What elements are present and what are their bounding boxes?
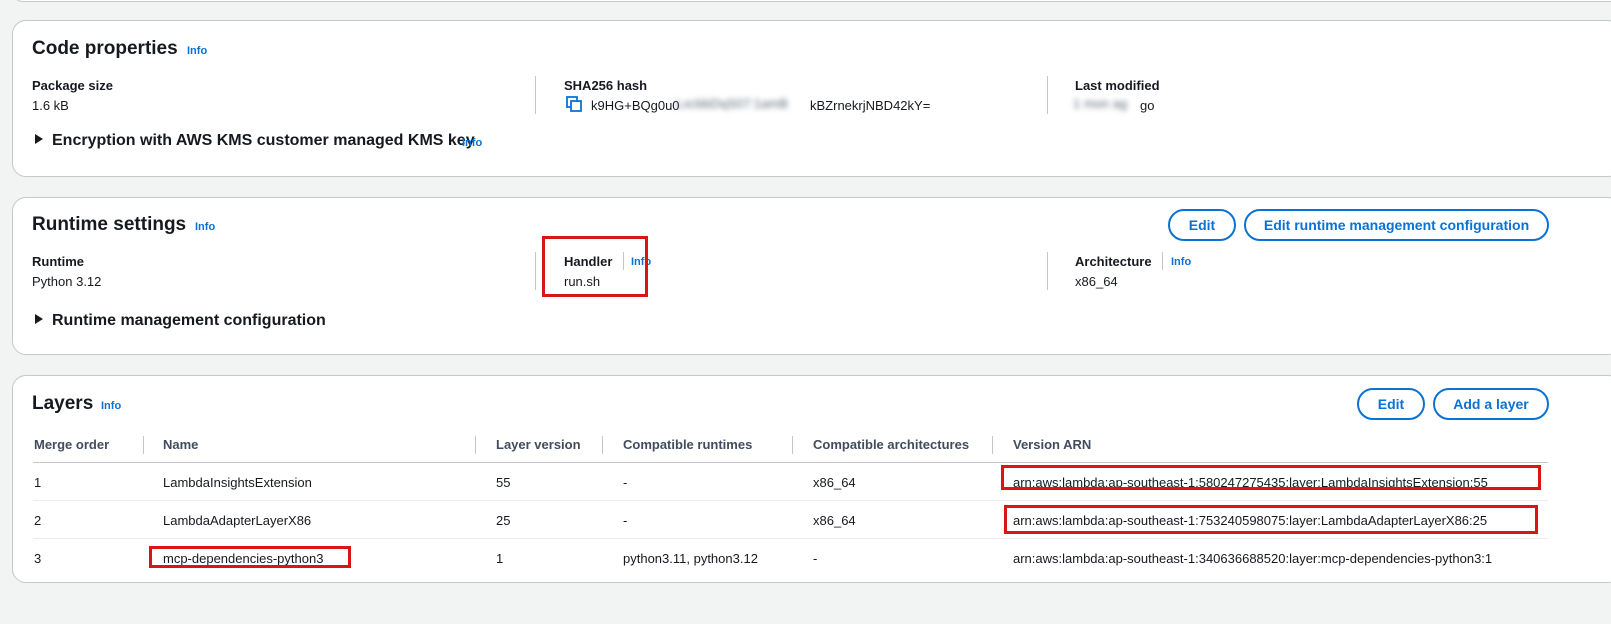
caret-right-icon — [35, 134, 43, 144]
layers-edit-button[interactable]: Edit — [1357, 388, 1425, 420]
edit-runtime-management-button[interactable]: Edit runtime management configuration — [1244, 209, 1549, 241]
sha256-value-start: k9HG+BQg0u0 — [591, 98, 680, 113]
last-modified-value-end: go — [1140, 98, 1155, 113]
column-header-compatible-runtimes[interactable]: Compatible runtimes — [623, 437, 752, 452]
column-header-layer-version[interactable]: Layer version — [496, 437, 581, 452]
runtimes-cell: python3.11, python3.12 — [623, 551, 758, 566]
architecture-info-link[interactable]: Info — [1171, 256, 1191, 268]
merge-order-cell: 1 — [34, 475, 42, 490]
column-resizer[interactable] — [992, 436, 993, 454]
last-modified-label: Last modified — [1075, 78, 1160, 93]
column-divider — [535, 252, 536, 290]
layer-version-cell: 25 — [496, 513, 511, 528]
column-header-compatible-architectures[interactable]: Compatible architectures — [813, 437, 969, 452]
runtime-management-expander[interactable]: Runtime management configuration — [35, 312, 326, 330]
table-header-divider — [33, 462, 1548, 463]
sha256-label: SHA256 hash — [564, 78, 648, 93]
row-divider — [33, 538, 1548, 539]
encryption-info-link[interactable]: Info — [462, 137, 482, 149]
code-properties-title: Code properties — [32, 38, 178, 59]
version-arn-cell: arn:aws:lambda:ap-southeast-1:3406366885… — [1013, 551, 1493, 566]
copy-icon[interactable] — [566, 96, 583, 113]
package-size-label: Package size — [32, 78, 113, 93]
encryption-expander-label: Encryption with AWS KMS customer managed… — [52, 132, 475, 149]
layer-version-cell: 55 — [496, 475, 511, 490]
sha256-value-end: kBZrnekrjNBD42kY= — [810, 98, 931, 113]
layer-name-cell: LambdaInsightsExtension — [163, 475, 312, 490]
column-header-name[interactable]: Name — [163, 437, 198, 452]
architectures-cell: x86_64 — [813, 475, 856, 490]
version-arn-cell: arn:aws:lambda:ap-southeast-1:5802472754… — [1013, 475, 1488, 490]
runtime-settings-info-link[interactable]: Info — [195, 221, 215, 233]
column-resizer[interactable] — [792, 436, 793, 454]
column-header-version-arn[interactable]: Version ARN — [1013, 437, 1091, 452]
runtime-value: Python 3.12 — [32, 274, 102, 289]
column-resizer[interactable] — [475, 436, 476, 454]
runtime-label: Runtime — [32, 254, 84, 269]
row-divider — [33, 500, 1548, 501]
label-divider — [623, 252, 624, 270]
column-divider — [535, 76, 536, 114]
architecture-label: Architecture — [1075, 254, 1152, 269]
layers-title: Layers — [32, 393, 94, 414]
previous-panel — [12, 0, 1611, 2]
layers-info-link[interactable]: Info — [101, 400, 121, 412]
code-properties-info-link[interactable]: Info — [187, 45, 207, 57]
layer-name-cell: mcp-dependencies-python3 — [163, 551, 324, 566]
label-divider — [1162, 252, 1163, 270]
column-divider — [1047, 252, 1048, 290]
column-resizer[interactable] — [143, 436, 144, 454]
runtime-edit-button[interactable]: Edit — [1168, 209, 1236, 241]
package-size-value: 1.6 kB — [32, 98, 69, 113]
redacted-hash-part: LxcbbDqS07:1amB — [676, 96, 789, 111]
column-divider — [1047, 76, 1048, 114]
redacted-last-modified: 1 mon ag — [1073, 96, 1128, 111]
caret-right-icon — [35, 314, 43, 324]
architecture-value: x86_64 — [1075, 274, 1118, 289]
layer-name-cell: LambdaAdapterLayerX86 — [163, 513, 312, 528]
runtimes-cell: - — [623, 475, 628, 490]
layer-version-cell: 1 — [496, 551, 504, 566]
handler-label: Handler — [564, 254, 613, 269]
version-arn-cell: arn:aws:lambda:ap-southeast-1:7532405980… — [1013, 513, 1488, 528]
merge-order-cell: 2 — [34, 513, 42, 528]
architectures-cell: x86_64 — [813, 513, 856, 528]
handler-info-link[interactable]: Info — [631, 256, 651, 268]
runtime-management-expander-label: Runtime management configuration — [52, 312, 326, 329]
runtimes-cell: - — [623, 513, 628, 528]
column-header-merge-order[interactable]: Merge order — [34, 437, 109, 452]
encryption-expander[interactable]: Encryption with AWS KMS customer managed… — [35, 132, 475, 150]
runtime-settings-title: Runtime settings — [32, 214, 187, 235]
column-resizer[interactable] — [602, 436, 603, 454]
merge-order-cell: 3 — [34, 551, 42, 566]
architectures-cell: - — [813, 551, 818, 566]
handler-value: run.sh — [564, 274, 601, 289]
add-layer-button[interactable]: Add a layer — [1433, 388, 1549, 420]
